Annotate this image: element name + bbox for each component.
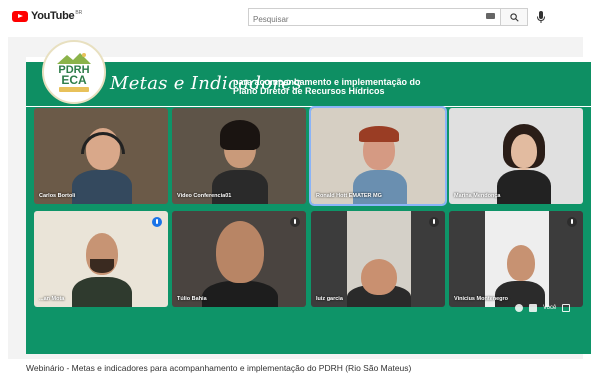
banner-subtitle: para acompanhamento e implementação do P… [233, 78, 421, 96]
youtube-logo[interactable]: YouTube BR [12, 10, 82, 22]
participant-face-front [511, 134, 537, 168]
participant-tile[interactable]: ...an Mota [34, 211, 168, 307]
participant-figure [72, 277, 132, 307]
participant-figure [497, 170, 551, 204]
participant-hair [359, 126, 399, 142]
country-code: BR [75, 10, 83, 16]
self-view-label: Você [543, 305, 557, 311]
participant-face [216, 221, 264, 283]
participant-hair [220, 120, 260, 150]
youtube-logo-text: YouTube [31, 10, 75, 22]
headset-icon [81, 132, 125, 154]
logo-text-eca: ECA [61, 73, 87, 87]
search-button[interactable] [500, 8, 528, 26]
search-input[interactable] [249, 11, 500, 28]
speaking-indicator-icon [152, 217, 162, 227]
microphone-icon[interactable] [536, 10, 546, 24]
banner-subtitle-line2: Plano Diretor de Recursos Hídricos [233, 86, 385, 96]
mountain-icon [57, 53, 91, 64]
participant-tile[interactable]: Marina Mendonça [449, 108, 583, 204]
participant-tile[interactable]: Túlio Bahia [172, 211, 306, 307]
participant-name: Túlio Bahia [177, 296, 207, 302]
participant-face [507, 245, 535, 281]
participant-tile[interactable]: Video Conferencia01 [172, 108, 306, 204]
search-icon [509, 12, 519, 22]
participant-figure [72, 170, 132, 204]
participant-figure [202, 281, 278, 307]
video-title: Webinário - Metas e indicadores para aco… [26, 363, 412, 373]
participant-tile-self[interactable]: Vinicius Montenegro [449, 211, 583, 307]
pdrh-eca-logo: PDRH ECA [42, 40, 106, 104]
youtube-topbar: YouTube BR [0, 0, 591, 34]
participant-face [361, 259, 397, 295]
microphone-off-icon [429, 217, 439, 227]
participant-name: ...an Mota [39, 296, 65, 302]
search-box[interactable] [248, 8, 500, 28]
microphone-off-icon [290, 217, 300, 227]
youtube-play-icon [12, 10, 28, 22]
participant-name: luiz garcia [316, 296, 343, 302]
frame-icon[interactable] [529, 304, 537, 312]
logo-ribbon [59, 87, 89, 92]
self-view-controls: Você [515, 304, 571, 312]
participant-beard [90, 259, 114, 273]
participant-tile-active-speaker[interactable]: Ronald Hott EMATER MG [309, 106, 447, 206]
participant-tile[interactable]: Carlos Bortoli [34, 108, 168, 204]
participant-name: Ronald Hott EMATER MG [316, 193, 382, 199]
participant-name: Video Conferencia01 [177, 193, 232, 199]
participant-tile[interactable]: luiz garcia [311, 211, 445, 307]
pin-icon[interactable] [515, 304, 523, 312]
participant-name: Vinicius Montenegro [454, 296, 508, 302]
participant-name: Marina Mendonça [454, 193, 501, 199]
expand-icon[interactable] [562, 304, 571, 312]
participant-name: Carlos Bortoli [39, 193, 76, 199]
keyboard-icon[interactable] [486, 13, 495, 19]
microphone-off-icon [567, 217, 577, 227]
